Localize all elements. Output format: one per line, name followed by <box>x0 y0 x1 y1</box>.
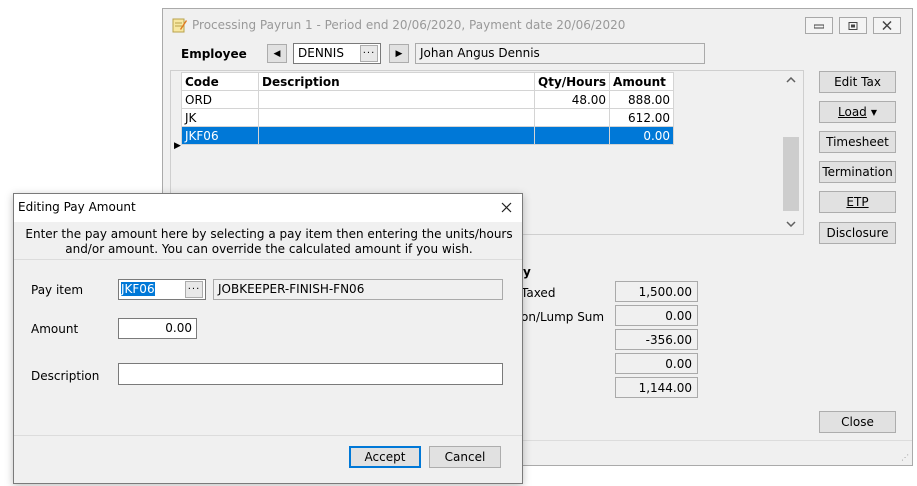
dialog-close-button[interactable] <box>498 199 514 215</box>
column-header-qty[interactable]: Qty/Hours <box>533 72 611 91</box>
summary-label-lump-sum: on/Lump Sum <box>521 310 605 324</box>
table-row[interactable]: JK 612.00 <box>181 108 675 127</box>
triangle-right-icon: ▶ <box>395 48 403 59</box>
edit-document-icon <box>172 18 187 33</box>
row-code[interactable]: ORD <box>181 90 259 109</box>
summary-value-taxed: 1,500.00 <box>615 281 698 302</box>
cancel-label: Cancel <box>444 450 486 464</box>
scroll-up-icon[interactable] <box>786 77 796 83</box>
row-description[interactable] <box>258 108 535 127</box>
summary-value-tax: -356.00 <box>615 329 698 350</box>
employee-code-value: DENNIS <box>298 46 344 60</box>
close-icon <box>882 21 892 30</box>
payrun-titlebar[interactable]: Processing Payrun 1 - Period end 20/06/2… <box>163 9 912 40</box>
resize-grip-icon[interactable]: ⋰ <box>901 453 909 462</box>
summary-heading-fragment: y <box>523 265 531 279</box>
termination-label: Termination <box>822 165 893 179</box>
timesheet-button[interactable]: Timesheet <box>819 131 896 153</box>
description-label: Description <box>31 369 100 383</box>
amount-label: Amount <box>31 322 79 336</box>
pay-item-lookup-button[interactable]: ··· <box>185 281 203 298</box>
maximize-icon <box>848 21 858 30</box>
minimize-icon <box>814 24 824 28</box>
column-header-description[interactable]: Description <box>258 72 535 91</box>
edit-tax-label: Edit Tax <box>834 75 881 89</box>
editing-pay-amount-dialog: Editing Pay Amount Enter the pay amount … <box>13 193 523 484</box>
column-header-code[interactable]: Code <box>181 72 259 91</box>
pay-item-label: Pay item <box>31 283 84 297</box>
dropdown-arrow-icon: ▼ <box>870 107 877 117</box>
pay-item-name-field: JOBKEEPER-FINISH-FN06 <box>213 279 503 300</box>
dialog-title: Editing Pay Amount <box>18 200 136 214</box>
disclosure-label: Disclosure <box>826 226 889 240</box>
etp-button[interactable]: ETP <box>819 191 896 213</box>
cancel-button[interactable]: Cancel <box>429 446 501 468</box>
row-amount[interactable]: 612.00 <box>609 108 675 127</box>
employee-lookup-button[interactable]: ··· <box>360 45 378 62</box>
row-code[interactable]: JKF06 <box>181 126 259 145</box>
employee-label: Employee <box>181 47 247 61</box>
triangle-left-icon: ◀ <box>273 48 281 59</box>
amount-field[interactable]: 0.00 <box>118 318 197 339</box>
accept-button[interactable]: Accept <box>349 446 421 468</box>
row-description[interactable] <box>258 90 535 109</box>
window-title: Processing Payrun 1 - Period end 20/06/2… <box>192 18 626 32</box>
accept-label: Accept <box>364 450 406 464</box>
summary-value-deductions: 0.00 <box>615 353 698 374</box>
close-icon <box>501 202 511 212</box>
close-label: Close <box>841 415 874 429</box>
maximize-button[interactable] <box>839 17 867 34</box>
row-amount[interactable]: 888.00 <box>609 90 675 109</box>
pay-item-name-value: JOBKEEPER-FINISH-FN06 <box>218 282 365 296</box>
row-description[interactable] <box>258 126 535 145</box>
dialog-divider <box>14 259 522 260</box>
timesheet-label: Timesheet <box>826 135 889 149</box>
row-pointer-icon: ▶ <box>174 141 181 151</box>
ellipsis-icon: ··· <box>362 48 376 59</box>
summary-value-lump-sum: 0.00 <box>615 305 698 326</box>
amount-value: 0.00 <box>165 321 192 335</box>
description-field[interactable] <box>118 363 503 385</box>
close-button[interactable]: Close <box>819 411 896 433</box>
employee-name-value: Johan Angus Dennis <box>420 46 540 60</box>
etp-label: ETP <box>846 195 869 209</box>
grid-scrollbar[interactable] <box>782 72 800 233</box>
pay-items-table: Code Description Qty/Hours Amount ORD 48… <box>181 72 675 145</box>
close-window-button[interactable] <box>873 17 901 34</box>
row-amount[interactable]: 0.00 <box>609 126 675 145</box>
summary-label-taxed: Taxed <box>521 286 556 300</box>
row-qty[interactable] <box>533 108 611 127</box>
table-row-selected[interactable]: JKF06 0.00 <box>181 126 675 145</box>
row-qty[interactable] <box>533 126 611 145</box>
scroll-thumb[interactable] <box>783 137 799 211</box>
summary-value-net: 1,144.00 <box>615 377 698 398</box>
next-employee-button[interactable]: ▶ <box>389 44 409 63</box>
prev-employee-button[interactable]: ◀ <box>267 44 287 63</box>
minimize-button[interactable] <box>805 17 833 34</box>
ellipsis-icon: ··· <box>187 284 201 295</box>
row-code[interactable]: JK <box>181 108 259 127</box>
dialog-instructions: Enter the pay amount here by selecting a… <box>25 227 513 256</box>
edit-tax-button[interactable]: Edit Tax <box>819 71 896 93</box>
dialog-footer-divider <box>14 435 522 436</box>
table-row[interactable]: ORD 48.00 888.00 <box>181 90 675 109</box>
scroll-down-icon[interactable] <box>786 221 796 227</box>
termination-button[interactable]: Termination <box>819 161 896 183</box>
load-button[interactable]: Load ▼ <box>819 101 896 123</box>
disclosure-button[interactable]: Disclosure <box>819 222 896 244</box>
grid-header-row: Code Description Qty/Hours Amount <box>181 72 675 91</box>
column-header-amount[interactable]: Amount <box>609 72 675 91</box>
load-label: Load <box>838 105 867 119</box>
dialog-titlebar[interactable]: Editing Pay Amount <box>14 194 522 222</box>
pay-item-code-value: JKF06 <box>121 282 155 296</box>
row-qty[interactable]: 48.00 <box>533 90 611 109</box>
employee-name-field: Johan Angus Dennis <box>415 43 705 64</box>
